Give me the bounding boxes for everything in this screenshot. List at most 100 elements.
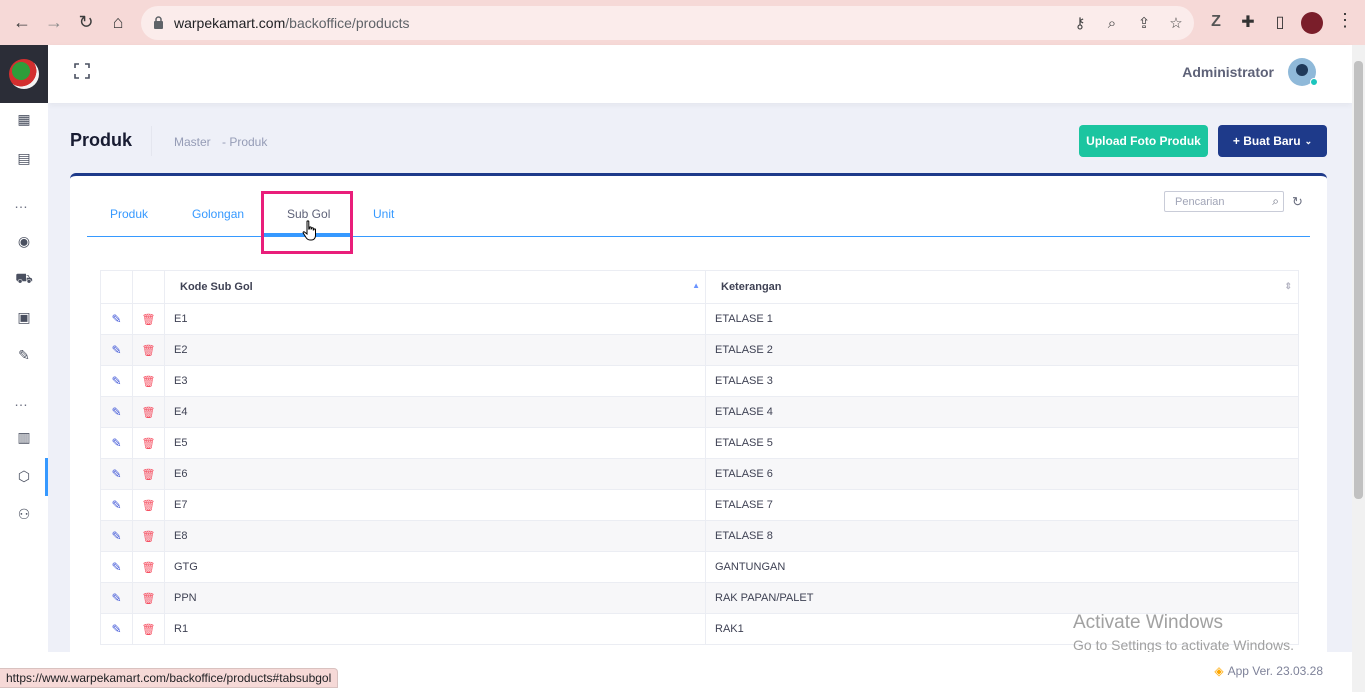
key-icon[interactable]: ⚷ <box>1070 13 1090 33</box>
edit-pencil-icon[interactable]: ✎ <box>111 622 121 636</box>
edit-cell: ✎ <box>100 613 133 645</box>
attachment-icon[interactable]: ✎ <box>12 343 36 367</box>
keterangan-cell: ETALASE 3 <box>705 365 1299 397</box>
refresh-icon[interactable]: ↻ <box>1292 194 1303 210</box>
edit-pencil-icon[interactable]: ✎ <box>111 529 121 543</box>
table-row: ✎ 🗑 E4 ETALASE 4 <box>100 396 1299 428</box>
keterangan-cell: ETALASE 2 <box>705 334 1299 366</box>
edit-cell: ✎ <box>100 489 133 521</box>
table-row: ✎ 🗑 E1 ETALASE 1 <box>100 303 1299 335</box>
url-text: warpekamart.com/backoffice/products <box>174 15 410 31</box>
table-row: ✎ 🗑 PPN RAK PAPAN/PALET <box>100 582 1299 614</box>
kode-cell: GTG <box>164 551 706 583</box>
search-input[interactable]: Pencarian ⌕ <box>1164 191 1284 212</box>
delete-cell: 🗑 <box>132 489 165 521</box>
delete-cell: 🗑 <box>132 427 165 459</box>
keterangan-cell: ETALASE 7 <box>705 489 1299 521</box>
trash-icon[interactable]: 🗑 <box>142 624 156 636</box>
edit-pencil-icon[interactable]: ✎ <box>111 560 121 574</box>
kode-cell: E8 <box>164 520 706 552</box>
edit-cell: ✎ <box>100 303 133 335</box>
more-menu-icon[interactable]: ⋮ <box>1333 10 1357 31</box>
delete-cell: 🗑 <box>132 613 165 645</box>
create-new-button[interactable]: + Buat Baru ⌄ <box>1218 125 1327 157</box>
puzzle-icon[interactable]: ✚ <box>1236 10 1260 34</box>
logo-area[interactable] <box>0 45 48 103</box>
section-dots-icon: … <box>14 393 29 409</box>
delete-cell: 🗑 <box>132 303 165 335</box>
header-kode-sub-gol[interactable]: Kode Sub Gol <box>164 270 706 304</box>
scroll-thumb[interactable] <box>1354 61 1363 499</box>
trash-icon[interactable]: 🗑 <box>142 376 156 388</box>
forward-icon[interactable]: → <box>38 6 70 38</box>
table-header-row: Kode Sub Gol Keterangan <box>100 270 1299 304</box>
keterangan-cell: GANTUNGAN <box>705 551 1299 583</box>
edit-pencil-icon[interactable]: ✎ <box>111 312 121 326</box>
sidepanel-icon[interactable]: ▯ <box>1268 10 1292 34</box>
home-icon[interactable]: ⌂ <box>102 6 134 38</box>
user-name[interactable]: Administrator <box>1182 64 1274 80</box>
calculator-icon[interactable]: ▣ <box>12 305 36 329</box>
share-icon[interactable]: ⇪ <box>1134 13 1154 33</box>
kode-cell: E7 <box>164 489 706 521</box>
edit-pencil-icon[interactable]: ✎ <box>111 405 121 419</box>
kode-cell: R1 <box>164 613 706 645</box>
delete-cell: 🗑 <box>132 334 165 366</box>
title-separator <box>151 126 152 156</box>
lock-icon <box>154 16 163 29</box>
kode-cell: E2 <box>164 334 706 366</box>
address-bar[interactable]: warpekamart.com/backoffice/products ⚷ ⌕ … <box>141 6 1194 40</box>
search-icon[interactable]: ⌕ <box>1272 194 1279 209</box>
trash-icon[interactable]: 🗑 <box>142 407 156 419</box>
breadcrumb-master[interactable]: Master <box>174 135 211 149</box>
watermark-title: Activate Windows <box>1073 612 1223 633</box>
clipboard-icon[interactable]: ▤ <box>12 146 36 170</box>
trash-icon[interactable]: 🗑 <box>142 314 156 326</box>
edit-pencil-icon[interactable]: ✎ <box>111 374 121 388</box>
upload-photo-button[interactable]: Upload Foto Produk <box>1079 125 1208 157</box>
trash-icon[interactable]: 🗑 <box>142 593 156 605</box>
delete-cell: 🗑 <box>132 582 165 614</box>
edit-cell: ✎ <box>100 520 133 552</box>
dashboard-icon[interactable]: ▦ <box>12 107 36 131</box>
edit-pencil-icon[interactable]: ✎ <box>111 436 121 450</box>
edit-cell: ✎ <box>100 334 133 366</box>
kode-cell: PPN <box>164 582 706 614</box>
star-icon[interactable]: ☆ <box>1166 13 1186 33</box>
edit-cell: ✎ <box>100 365 133 397</box>
trash-icon[interactable]: 🗑 <box>142 531 156 543</box>
users-icon[interactable]: ⚇ <box>12 502 36 526</box>
edit-pencil-icon[interactable]: ✎ <box>111 467 121 481</box>
zoom-icon[interactable]: ⌕ <box>1102 13 1122 33</box>
reload-icon[interactable]: ↻ <box>70 6 102 38</box>
tab-unit[interactable]: Unit <box>373 207 394 221</box>
tab-produk[interactable]: Produk <box>110 207 148 221</box>
page-scrollbar[interactable] <box>1352 45 1365 692</box>
app-version-text: App Ver. 23.03.28 <box>1227 664 1323 678</box>
trash-icon[interactable]: 🗑 <box>142 562 156 574</box>
table-row: ✎ 🗑 GTG GANTUNGAN <box>100 551 1299 583</box>
header-keterangan[interactable]: Keterangan <box>705 270 1299 304</box>
profile-avatar[interactable] <box>1301 12 1323 34</box>
edit-pencil-icon[interactable]: ✎ <box>111 498 121 512</box>
keterangan-cell: ETALASE 8 <box>705 520 1299 552</box>
watermark-subtitle: Go to Settings to activate Windows. <box>1073 637 1294 653</box>
edit-pencil-icon[interactable]: ✎ <box>111 591 121 605</box>
active-indicator <box>45 458 48 496</box>
trash-icon[interactable]: 🗑 <box>142 469 156 481</box>
trash-icon[interactable]: 🗑 <box>142 438 156 450</box>
cart-icon[interactable]: ⛟ <box>12 267 36 291</box>
table-row: ✎ 🗑 E8 ETALASE 8 <box>100 520 1299 552</box>
tab-golongan[interactable]: Golongan <box>192 207 244 221</box>
trash-icon[interactable]: 🗑 <box>142 500 156 512</box>
extension-z-icon[interactable]: Z <box>1204 10 1228 34</box>
fullscreen-icon[interactable] <box>74 63 90 79</box>
back-icon[interactable]: ← <box>6 6 38 38</box>
edit-pencil-icon[interactable]: ✎ <box>111 343 121 357</box>
notebook-icon[interactable]: ▥ <box>12 425 36 449</box>
breadcrumb-produk[interactable]: - Produk <box>222 135 267 149</box>
trash-icon[interactable]: 🗑 <box>142 345 156 357</box>
table-row: ✎ 🗑 E3 ETALASE 3 <box>100 365 1299 397</box>
broadcast-icon[interactable]: ◉ <box>12 229 36 253</box>
box-icon[interactable]: ⬡ <box>12 464 36 488</box>
